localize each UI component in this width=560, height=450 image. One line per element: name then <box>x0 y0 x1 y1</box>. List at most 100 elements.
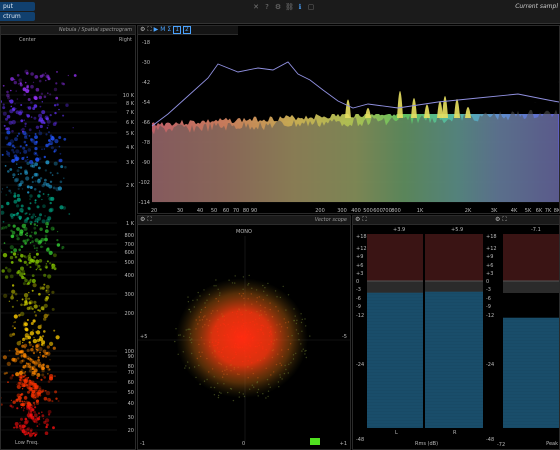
vectorscope-dot <box>260 329 262 331</box>
vectorscope-dot <box>188 367 191 369</box>
nebula-dot <box>38 166 41 170</box>
vectorscope-dot <box>197 291 199 294</box>
nebula-dot <box>60 165 64 169</box>
nebula-dot <box>16 384 21 389</box>
vectorscope-dot <box>242 335 244 337</box>
nebula-dot <box>9 255 14 260</box>
settings-icon[interactable]: ⚙ <box>274 3 282 11</box>
peak-readout-right: +5.9 <box>451 227 464 233</box>
nebula-frequency-tick: 2 K <box>126 183 135 189</box>
vectorscope-dot <box>198 364 200 367</box>
toolbar-button-spectrum[interactable]: ctrum <box>0 12 35 21</box>
vectorscope-dot <box>240 335 243 337</box>
link-icon[interactable]: ⛓ <box>285 3 294 11</box>
spectrum-freq-label: 70 <box>233 208 239 214</box>
vectorscope-dot <box>260 324 262 327</box>
vectorscope-dot <box>243 304 246 306</box>
nebula-dot <box>44 169 48 172</box>
vectorscope-plus1-label: +1 <box>339 441 347 447</box>
vectorscope-dot <box>237 321 240 323</box>
nebula-dot <box>50 136 55 141</box>
nebula-dot <box>34 135 38 139</box>
vectorscope-dot <box>262 393 264 395</box>
vectorscope-dot <box>260 310 262 312</box>
vectorscope-dot <box>189 328 191 331</box>
window-icon[interactable]: ▢ <box>307 3 315 11</box>
toolbar-button-output[interactable]: put <box>0 2 35 11</box>
vectorscope-dot <box>217 318 219 321</box>
vectorscope-plot[interactable] <box>138 216 351 450</box>
vectorscope-dot <box>220 392 222 394</box>
vectorscope-dot <box>265 367 267 369</box>
meters-panel: ⚙ ⛶ ⚙ ⛶ +18 +18 +12 +12 +9 +9 +6 +6 +3 +3 0 0 -3 -3 -6 -6… <box>352 215 560 450</box>
nebula-dot <box>68 213 71 215</box>
nebula-dot <box>47 92 49 94</box>
nebula-dot <box>33 244 36 247</box>
spectrum-panel: ⚙ ⛶ ▶ M Σ 1 2 -18 -30 -42 -54 -66 -78 -90 -102 -114 20 3… <box>137 25 560 214</box>
spectrum-plot[interactable]: -18 -30 -42 -54 -66 -78 -90 -102 -11420 30 40 50 60 7… <box>138 26 560 214</box>
help-icon[interactable]: ? <box>263 3 271 11</box>
nebula-dot <box>38 305 41 307</box>
nebula-dot <box>13 80 17 85</box>
nebula-dot <box>48 294 50 296</box>
info-icon[interactable]: ℹ <box>296 3 304 11</box>
vectorscope-dot <box>210 386 212 388</box>
nebula-dot <box>6 130 11 135</box>
vectorscope-dot <box>206 357 208 360</box>
nebula-dot <box>30 72 34 76</box>
vectorscope-dot <box>198 316 200 318</box>
vectorscope-dot <box>256 297 258 299</box>
vectorscope-dot <box>199 295 201 297</box>
nebula-dot <box>13 199 18 204</box>
vectorscope-dot <box>256 391 259 394</box>
nebula-dot <box>23 352 27 356</box>
nebula-dot <box>37 412 41 415</box>
vectorscope-dot <box>232 357 234 360</box>
nebula-dot <box>10 251 13 254</box>
vectorscope-dot <box>267 282 269 285</box>
meter-gray-zone <box>425 281 483 293</box>
nebula-frequency-tick: 600 <box>124 250 134 256</box>
nebula-dot <box>13 327 16 330</box>
vectorscope-dot <box>270 330 272 332</box>
nebula-dot <box>23 140 27 144</box>
vectorscope-dot <box>247 377 249 379</box>
vectorscope-dot <box>265 397 267 399</box>
nebula-dot <box>33 95 37 100</box>
nebula-dot <box>22 366 25 369</box>
vectorscope-dot <box>201 351 203 353</box>
nebula-dot <box>22 342 24 344</box>
vectorscope-dot <box>300 343 302 345</box>
nebula-dot <box>51 290 55 294</box>
nebula-dot <box>27 282 30 285</box>
vectorscope-dot <box>215 285 217 287</box>
vectorscope-dot <box>174 340 176 343</box>
close-icon[interactable]: ✕ <box>252 3 260 11</box>
vectorscope-dot <box>226 368 228 370</box>
vectorscope-dot <box>203 343 205 345</box>
nebula-dot <box>13 322 15 324</box>
spectrum-freq-label: 80 <box>243 208 249 214</box>
nebula-dot <box>49 114 52 117</box>
nebula-dot <box>28 135 31 137</box>
vectorscope-dot <box>287 294 290 296</box>
vectorscope-dot <box>217 394 220 397</box>
nebula-dot <box>13 248 17 253</box>
nebula-dot <box>18 166 20 169</box>
nebula-dot <box>12 173 16 177</box>
nebula-dot <box>29 278 32 281</box>
vectorscope-dot <box>285 322 287 324</box>
nebula-plot[interactable]: 10 K 8 K 7 K 6 K 5 K 4 K 3 K 2 K 1 K 800 700 600 500… <box>1 36 136 441</box>
nebula-dot <box>28 386 31 388</box>
nebula-dot <box>17 173 20 175</box>
nebula-dot <box>44 229 49 234</box>
nebula-dot <box>30 428 33 432</box>
meter-scale-label: +12 <box>486 246 497 252</box>
nebula-dot <box>21 385 23 387</box>
spectrum-freq-label: 5K <box>525 208 532 214</box>
nebula-dot <box>41 411 43 414</box>
meter-scale-label: +9 <box>486 254 493 260</box>
nebula-dot <box>19 350 23 354</box>
vectorscope-dot <box>219 362 221 365</box>
nebula-dot <box>3 372 7 375</box>
